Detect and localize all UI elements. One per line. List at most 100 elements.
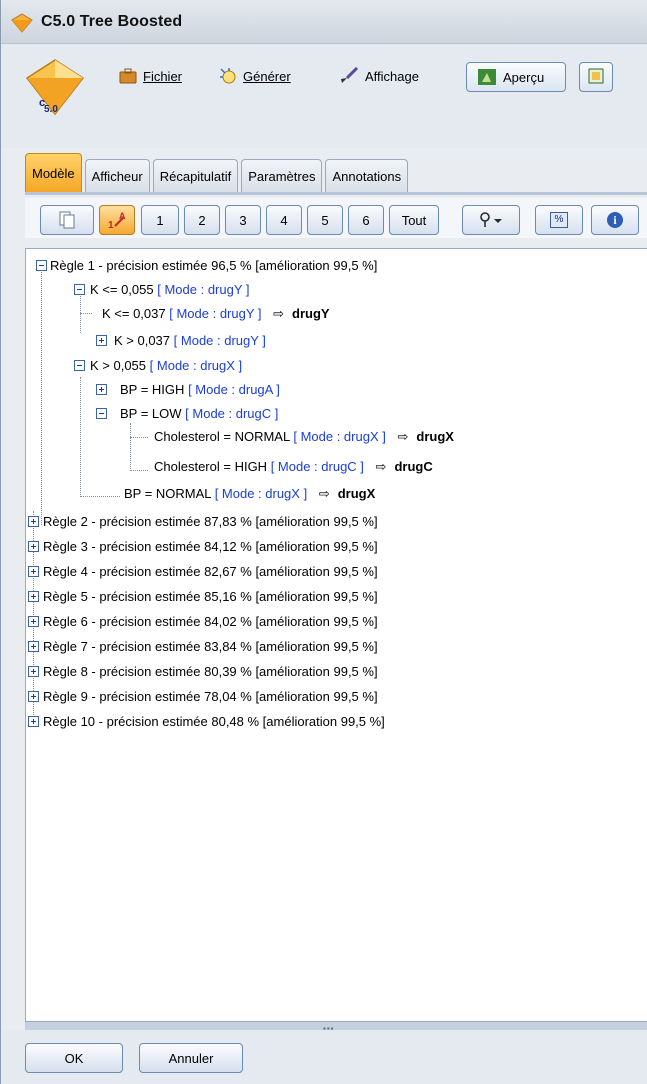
cancel-button[interactable]: Annuler <box>139 1043 243 1073</box>
tree-node[interactable]: K > 0,055 [ Mode : drugX ] <box>90 356 242 376</box>
title-bar[interactable]: C5.0 Tree Boosted <box>1 0 647 44</box>
expand-toggle[interactable] <box>96 384 107 395</box>
generate-menu[interactable]: Générer <box>219 62 291 90</box>
node-mode: [ Mode : drugX ] <box>293 429 386 444</box>
tree-connector <box>80 377 81 497</box>
expand-toggle[interactable] <box>28 641 39 652</box>
level-6-button[interactable]: 6 <box>348 205 384 235</box>
copy-icon <box>59 211 75 229</box>
collapse-toggle[interactable] <box>36 260 47 271</box>
model-icon-label: 5.0 <box>44 104 58 115</box>
diamond-model-icon <box>11 13 33 33</box>
percent-button[interactable]: % <box>535 205 583 235</box>
preview-icon <box>478 69 496 85</box>
tree-connector <box>41 269 42 525</box>
rule-item[interactable]: Règle 9 - précision estimée 78,04 % [amé… <box>43 687 378 707</box>
tree-connector <box>130 423 131 471</box>
percent-icon: % <box>550 212 568 228</box>
tree-node[interactable]: Cholesterol = NORMAL [ Mode : drugX ] ⇨ d… <box>154 427 454 447</box>
node-prediction: drugC <box>394 459 433 474</box>
level-3-button[interactable]: 3 <box>225 205 261 235</box>
c50-model-icon: c 5.0 <box>25 59 85 116</box>
rule-item[interactable]: Règle 7 - précision estimée 83,84 % [amé… <box>43 637 378 657</box>
tree-connector <box>130 437 148 438</box>
expand-toggle[interactable] <box>28 666 39 677</box>
highlight-dropdown-button[interactable] <box>462 205 520 235</box>
node-mode: [ Mode : drugA ] <box>188 382 280 397</box>
svg-text:1: 1 <box>108 220 114 231</box>
collapse-toggle[interactable] <box>74 360 85 371</box>
node-condition: K > 0,055 <box>90 358 147 373</box>
rule-1-label[interactable]: Règle 1 - précision estimée 96,5 % [amél… <box>50 256 377 276</box>
splitter-handle[interactable] <box>25 1022 647 1030</box>
tab-summary[interactable]: Récapitulatif <box>152 159 239 193</box>
collapse-toggle[interactable] <box>96 408 107 419</box>
generate-menu-label: Générer <box>243 68 291 84</box>
node-condition: BP = NORMAL <box>124 486 212 501</box>
expand-toggle[interactable] <box>28 691 39 702</box>
level-2-button[interactable]: 2 <box>184 205 220 235</box>
tree-node[interactable]: BP = HIGH [ Mode : drugA ] <box>120 380 280 400</box>
node-mode: [ Mode : drugY ] <box>157 282 250 297</box>
rule-item[interactable]: Règle 6 - précision estimée 84,02 % [amé… <box>43 612 378 632</box>
tree-node[interactable]: BP = NORMAL [ Mode : drugX ] ⇨ drugX <box>124 484 375 504</box>
preview-button[interactable]: Aperçu <box>466 62 566 92</box>
info-button[interactable]: i <box>591 205 639 235</box>
arrow-right-icon: ⇨ <box>375 459 387 474</box>
copy-button[interactable] <box>40 205 94 235</box>
expand-toggle[interactable] <box>28 516 39 527</box>
rule-numbering-button[interactable]: 1 A <box>99 205 135 235</box>
level-4-button[interactable]: 4 <box>266 205 302 235</box>
rule-item[interactable]: Règle 8 - précision estimée 80,39 % [amé… <box>43 662 378 682</box>
expand-toggle[interactable] <box>96 335 107 346</box>
level-1-button[interactable]: 1 <box>141 205 179 235</box>
node-mode: [ Mode : drugC ] <box>185 406 279 421</box>
arrow-right-icon: ⇨ <box>318 486 330 501</box>
level-5-button[interactable]: 5 <box>307 205 343 235</box>
tab-settings[interactable]: Paramètres <box>241 159 323 193</box>
model-window: C5.0 Tree Boosted c 5.0 Fichier Générer … <box>0 0 647 1084</box>
node-condition: K > 0,037 <box>114 333 171 348</box>
tab-bar: Modèle Afficheur Récapitulatif Paramètre… <box>25 153 411 193</box>
expand-toggle[interactable] <box>28 716 39 727</box>
file-menu[interactable]: Fichier <box>119 62 182 90</box>
rule-item[interactable]: Règle 3 - précision estimée 84,12 % [amé… <box>43 537 378 557</box>
arrow-right-icon: ⇨ <box>273 306 285 321</box>
svg-text:A: A <box>119 211 126 221</box>
expand-toggle[interactable] <box>28 566 39 577</box>
rule-item[interactable]: Règle 2 - précision estimée 87,83 % [amé… <box>43 512 378 532</box>
rule-item[interactable]: Règle 4 - précision estimée 82,67 % [amé… <box>43 562 378 582</box>
node-mode: [ Mode : drugY ] <box>173 333 266 348</box>
collapse-toggle[interactable] <box>74 284 85 295</box>
rule-item[interactable]: Règle 10 - précision estimée 80,48 % [am… <box>43 712 385 732</box>
tab-divider <box>25 192 647 195</box>
tree-node[interactable]: K <= 0,037 [ Mode : drugY ] ⇨ drugY <box>102 304 330 324</box>
tree-connector <box>80 496 120 497</box>
node-condition: K <= 0,037 <box>102 306 166 321</box>
node-mode: [ Mode : drugY ] <box>169 306 262 321</box>
export-icon <box>588 68 604 84</box>
node-mode: [ Mode : drugX ] <box>149 358 243 373</box>
tab-annotations[interactable]: Annotations <box>325 159 409 193</box>
tree-node[interactable]: K > 0,037 [ Mode : drugY ] <box>114 331 266 351</box>
tree-node[interactable]: Cholesterol = HIGH [ Mode : drugC ] ⇨ dru… <box>154 457 433 477</box>
tab-viewer[interactable]: Afficheur <box>84 159 150 193</box>
tree-node[interactable]: K <= 0,055 [ Mode : drugY ] <box>90 280 250 300</box>
rule-tree[interactable]: Règle 1 - précision estimée 96,5 % [amél… <box>25 248 647 1022</box>
show-all-button[interactable]: Tout <box>389 205 439 235</box>
node-mode: [ Mode : drugC ] <box>270 459 364 474</box>
expand-toggle[interactable] <box>28 616 39 627</box>
node-prediction: drugX <box>337 486 376 501</box>
view-menu-label: Affichage <box>365 68 419 84</box>
rule-item[interactable]: Règle 5 - précision estimée 85,16 % [amé… <box>43 587 378 607</box>
pin-dropdown-icon <box>480 212 502 227</box>
window-title: C5.0 Tree Boosted <box>41 13 183 30</box>
expand-toggle[interactable] <box>28 591 39 602</box>
view-menu[interactable]: Affichage <box>339 62 419 90</box>
export-button[interactable] <box>579 62 613 92</box>
arrow-right-icon: ⇨ <box>397 429 409 444</box>
tab-model[interactable]: Modèle <box>25 153 82 193</box>
ok-button[interactable]: OK <box>25 1043 123 1073</box>
tree-node[interactable]: BP = LOW [ Mode : drugC ] <box>120 404 278 424</box>
expand-toggle[interactable] <box>28 541 39 552</box>
